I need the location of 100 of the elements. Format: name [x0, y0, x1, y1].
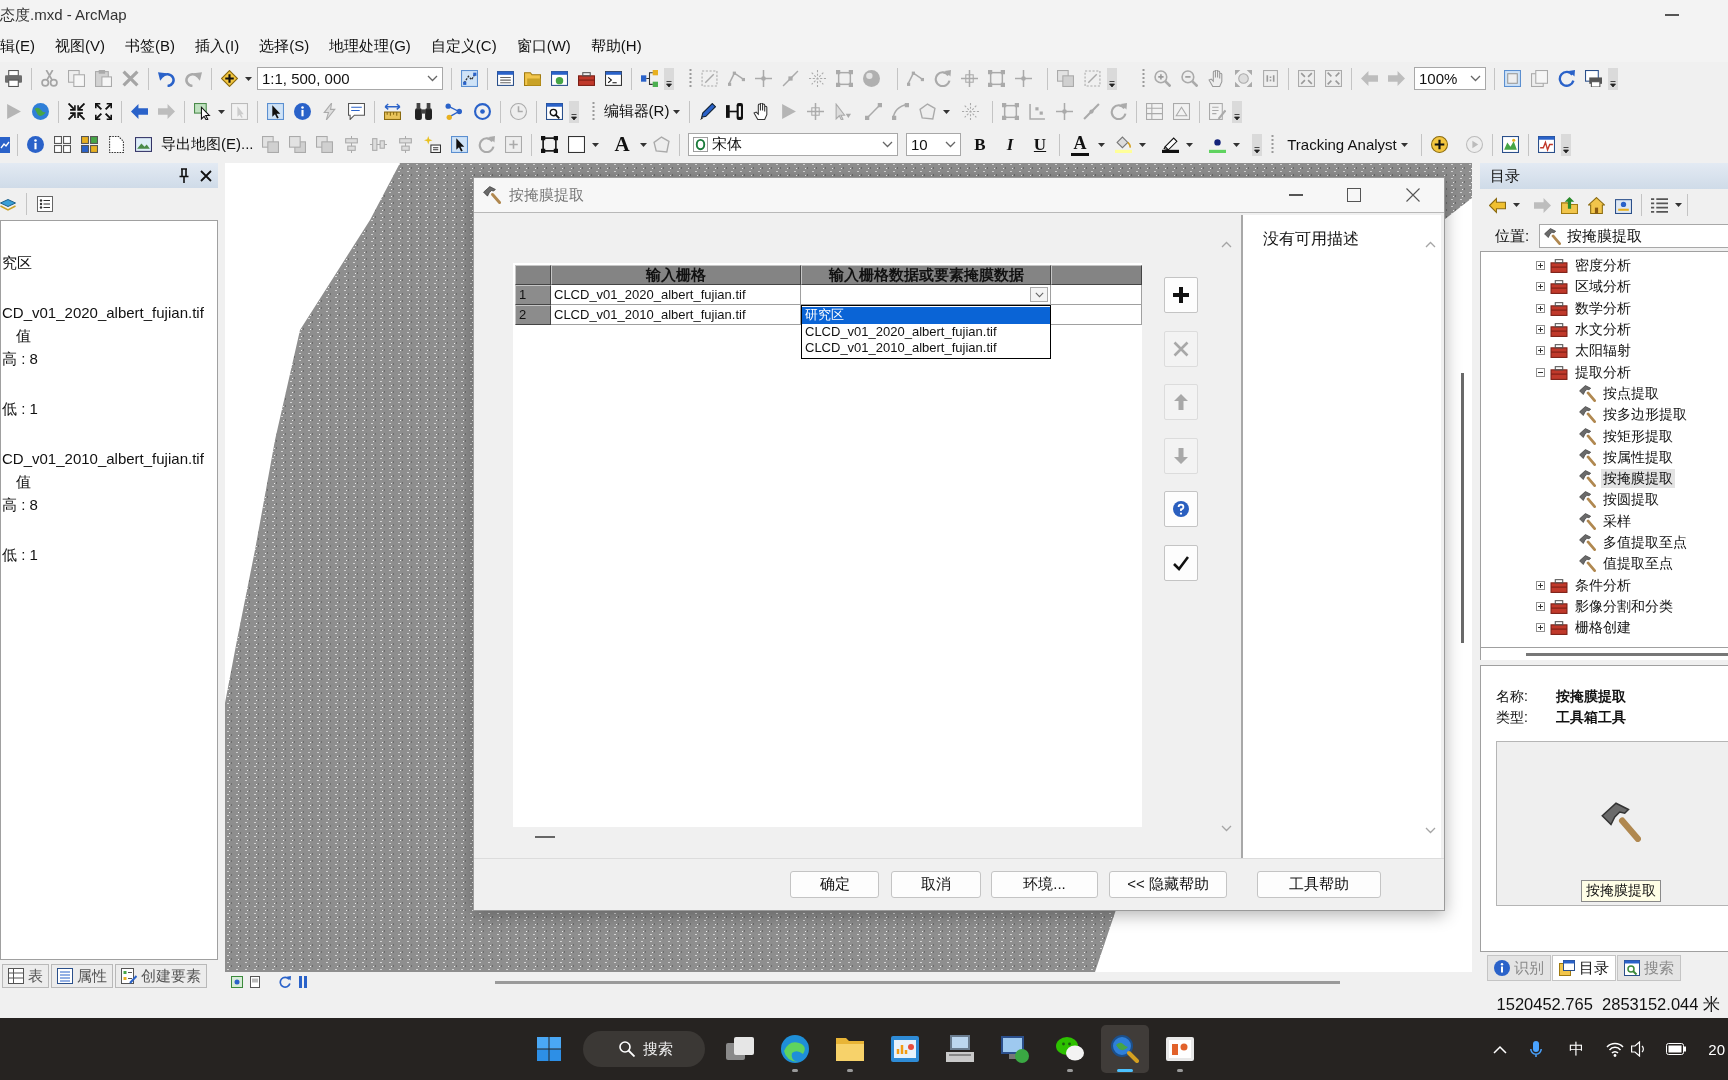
layer-name[interactable]: 究区: [1, 251, 217, 274]
expander-icon[interactable]: [1536, 367, 1545, 377]
menu-item[interactable]: 辑(E): [0, 36, 35, 56]
caret-icon[interactable]: [1097, 142, 1105, 147]
menu-item[interactable]: 视图(V): [55, 36, 105, 56]
tree-item[interactable]: 水文分析: [1573, 320, 1633, 340]
tool-help-button[interactable]: 工具帮助: [1257, 871, 1381, 898]
toolbar-options-icon[interactable]: [1561, 133, 1571, 156]
menu-item[interactable]: 自定义(C): [430, 36, 497, 56]
tree-item[interactable]: 值提取至点: [1601, 554, 1675, 574]
layer-name[interactable]: CD_v01_2020_albert_fujian.tif: [1, 301, 217, 324]
caret-icon[interactable]: [217, 109, 225, 114]
create-features-icon[interactable]: [121, 968, 137, 984]
dropdown-option[interactable]: CLCD_v01_2020_albert_fujian.tif: [802, 323, 1050, 340]
expander-icon[interactable]: [1536, 303, 1545, 313]
table-window-icon[interactable]: [497, 70, 514, 87]
microphone-icon[interactable]: [1530, 1041, 1543, 1057]
caret-icon[interactable]: [1138, 142, 1146, 147]
details-view-icon[interactable]: [1651, 196, 1668, 214]
pen-icon[interactable]: [1162, 136, 1179, 153]
taskbar-search-button[interactable]: 搜索: [583, 1031, 705, 1067]
column-header[interactable]: 输入栅格: [551, 265, 801, 285]
rectangle-icon[interactable]: [568, 136, 585, 153]
toolbar-options-icon[interactable]: [569, 100, 579, 123]
folder-icon[interactable]: [836, 1035, 864, 1063]
environments-button[interactable]: 环境...: [991, 871, 1098, 898]
menu-item[interactable]: 窗口(W): [516, 36, 571, 56]
validate-button[interactable]: [1164, 544, 1198, 581]
chat-bubbles-icon[interactable]: [1056, 1035, 1084, 1063]
speech-bubble-icon[interactable]: [348, 103, 365, 120]
info-icon[interactable]: [27, 136, 44, 153]
toolbar-options-icon[interactable]: [1232, 100, 1242, 123]
font-type-icon[interactable]: [693, 137, 708, 152]
expander-icon[interactable]: [1536, 623, 1545, 633]
hand-icon[interactable]: [753, 103, 770, 120]
map-image-icon[interactable]: [1502, 136, 1519, 153]
monitor-globe-icon[interactable]: [1001, 1035, 1029, 1063]
toolbar-options-icon[interactable]: [664, 67, 674, 90]
menu-item[interactable]: 帮助(H): [590, 36, 642, 56]
search-icon[interactable]: [619, 1041, 635, 1057]
column-header[interactable]: 输入栅格数据或要素掩膜数据: [801, 265, 1051, 285]
combo-box[interactable]: 1:1, 500, 000: [257, 67, 443, 90]
tree-item[interactable]: 栅格创建: [1573, 618, 1633, 638]
bold-button[interactable]: B: [969, 132, 991, 157]
horizontal-scrollbar[interactable]: [1526, 652, 1728, 656]
fill-bucket-icon[interactable]: [1115, 136, 1132, 153]
pencil-icon[interactable]: [699, 103, 716, 120]
expander-icon[interactable]: [1536, 261, 1545, 271]
tree-item[interactable]: 按点提取: [1601, 383, 1661, 403]
close-icon[interactable]: [1406, 188, 1420, 202]
grip-icon[interactable]: [592, 101, 595, 122]
chart-window-icon[interactable]: [891, 1035, 919, 1063]
printer-window-icon[interactable]: [1585, 70, 1602, 87]
caret-icon[interactable]: [673, 109, 681, 114]
home-icon[interactable]: [1588, 196, 1605, 214]
dropdown-field[interactable]: [801, 285, 1051, 305]
create-features-button[interactable]: 创建要素: [115, 964, 207, 988]
expander-icon[interactable]: [1536, 325, 1545, 335]
flowchart-icon[interactable]: [641, 70, 658, 87]
table-cell[interactable]: CLCD_v01_2020_albert_fujian.tif: [551, 285, 801, 305]
pin-icon[interactable]: [178, 167, 190, 184]
caret-icon[interactable]: [244, 76, 252, 81]
globe-window-icon[interactable]: [551, 70, 568, 87]
grip-icon[interactable]: [1142, 68, 1145, 89]
underline-button[interactable]: U: [1029, 132, 1051, 157]
dropdown-button[interactable]: [1030, 287, 1048, 302]
toolbar-button[interactable]: 导出地图(E)...: [161, 132, 253, 157]
expander-icon[interactable]: [1536, 282, 1545, 292]
ok-button[interactable]: 确定: [790, 871, 879, 898]
dot-marker-icon[interactable]: [1209, 136, 1226, 153]
plus-icon[interactable]: [1173, 287, 1189, 303]
menu-item[interactable]: 选择(S): [259, 36, 310, 56]
globe-icon[interactable]: [32, 103, 49, 120]
chevron-down-icon[interactable]: [882, 141, 893, 148]
select-features-icon[interactable]: [194, 103, 211, 120]
chevron-down-icon[interactable]: [1470, 75, 1481, 82]
pointer-icon[interactable]: [451, 136, 468, 153]
dropdown-option[interactable]: 研究区: [802, 307, 1050, 324]
globe-magnifier-icon[interactable]: [1111, 1035, 1139, 1063]
clock[interactable]: 20: [1708, 1040, 1725, 1058]
caret-icon[interactable]: [639, 142, 647, 147]
square-nodes-icon[interactable]: [1002, 103, 1019, 120]
vertex-nodes-icon[interactable]: [1029, 103, 1046, 120]
tree-item[interactable]: 太阳辐射: [1573, 341, 1633, 361]
magnifier-window-icon[interactable]: [546, 103, 563, 120]
node-line-icon[interactable]: [907, 70, 924, 87]
combo-box[interactable]: 宋体: [688, 133, 898, 156]
split-line-icon[interactable]: [726, 103, 743, 120]
ruler-icon[interactable]: [384, 103, 401, 120]
tree-item[interactable]: 按矩形提取: [1601, 426, 1675, 446]
pointer-icon[interactable]: [267, 103, 284, 120]
cross-node-icon[interactable]: [961, 70, 978, 87]
up-folder-icon[interactable]: [1561, 196, 1578, 214]
info-icon[interactable]: [1494, 960, 1510, 976]
panel-tab[interactable]: 目录: [1552, 955, 1616, 981]
layout-view-icon[interactable]: [249, 976, 261, 988]
table-button[interactable]: 表: [2, 964, 49, 988]
table-icon[interactable]: [8, 968, 24, 984]
swirl-globe-icon[interactable]: [781, 1035, 809, 1063]
network-nodes-icon[interactable]: [445, 103, 462, 120]
